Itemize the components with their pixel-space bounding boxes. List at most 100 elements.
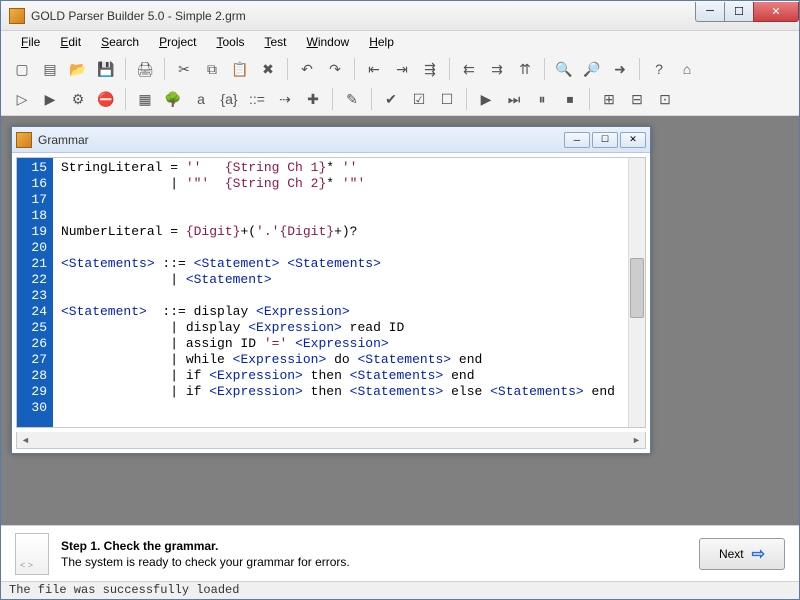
copy-button[interactable]: ⧉ bbox=[199, 56, 225, 82]
code-line[interactable]: | '"' {String Ch 2}* '"' bbox=[61, 176, 620, 192]
help-button[interactable]: ? bbox=[646, 56, 672, 82]
menu-search[interactable]: Search bbox=[93, 33, 147, 51]
menu-edit[interactable]: Edit bbox=[52, 33, 89, 51]
menu-test[interactable]: Test bbox=[256, 33, 294, 51]
next-button[interactable]: Next ⇨ bbox=[699, 538, 785, 570]
tree2-button[interactable]: ⊟ bbox=[624, 86, 650, 112]
vertical-scrollbar[interactable] bbox=[628, 158, 645, 427]
grammar-window: Grammar ─ ☐ ✕ 15161718192021222324252627… bbox=[11, 126, 651, 454]
code-line[interactable]: NumberLiteral = {Digit}+('.'{Digit}+)? bbox=[61, 224, 620, 240]
print-button[interactable]: 🖨 bbox=[132, 56, 158, 82]
uncheck-button[interactable]: ☐ bbox=[434, 86, 460, 112]
editor[interactable]: 15161718192021222324252627282930 StringL… bbox=[16, 157, 646, 428]
code-line[interactable]: | assign ID '=' <Expression> bbox=[61, 336, 620, 352]
play-button[interactable]: ▶ bbox=[473, 86, 499, 112]
paste-button[interactable]: 📋 bbox=[227, 56, 253, 82]
home-button[interactable]: ⌂ bbox=[674, 56, 700, 82]
window-controls: ─ ☐ ✕ bbox=[696, 2, 799, 22]
separator bbox=[544, 58, 545, 80]
code-line[interactable] bbox=[61, 400, 620, 416]
code-line[interactable]: | <Statement> bbox=[61, 272, 620, 288]
line-gutter: 15161718192021222324252627282930 bbox=[17, 158, 53, 427]
grammar-close-button[interactable]: ✕ bbox=[620, 132, 646, 148]
flow-button[interactable]: ⇢ bbox=[272, 86, 298, 112]
code-line[interactable]: | while <Expression> do <Statements> end bbox=[61, 352, 620, 368]
find-replace-button[interactable]: 🔎 bbox=[579, 56, 605, 82]
minimize-button[interactable]: ─ bbox=[695, 2, 725, 22]
code-line[interactable] bbox=[61, 240, 620, 256]
step-left-button[interactable]: ⇇ bbox=[456, 56, 482, 82]
check-doc-button[interactable]: ☑ bbox=[406, 86, 432, 112]
tree-button[interactable]: 🌳 bbox=[160, 86, 186, 112]
check-doc-icon: ☑ bbox=[413, 91, 426, 108]
step-up-icon: ⇈ bbox=[519, 61, 531, 78]
check-icon: ✔ bbox=[385, 91, 397, 108]
tree3-button[interactable]: ⊡ bbox=[652, 86, 678, 112]
menu-help[interactable]: Help bbox=[361, 33, 402, 51]
line-number: 24 bbox=[19, 304, 47, 320]
menu-tools[interactable]: Tools bbox=[208, 33, 252, 51]
run-button[interactable]: ▷ bbox=[9, 86, 35, 112]
code-line[interactable]: <Statements> ::= <Statement> <Statements… bbox=[61, 256, 620, 272]
code-line[interactable] bbox=[61, 208, 620, 224]
add-node-button[interactable]: ✚ bbox=[300, 86, 326, 112]
cut-button[interactable]: ✂ bbox=[171, 56, 197, 82]
find-icon: 🔍 bbox=[555, 61, 572, 78]
menu-project[interactable]: Project bbox=[151, 33, 204, 51]
copy-icon: ⧉ bbox=[207, 61, 217, 78]
text-a-button[interactable]: a bbox=[188, 86, 214, 112]
app-icon bbox=[9, 8, 25, 24]
step-up-button[interactable]: ⇈ bbox=[512, 56, 538, 82]
scroll-left-icon[interactable]: ◄ bbox=[17, 432, 34, 448]
menu-window[interactable]: Window bbox=[299, 33, 358, 51]
code-line[interactable]: <Statement> ::= display <Expression> bbox=[61, 304, 620, 320]
line-number: 25 bbox=[19, 320, 47, 336]
increase-indent-button[interactable]: ⇶ bbox=[417, 56, 443, 82]
redo-button[interactable]: ↷ bbox=[322, 56, 348, 82]
tree1-button[interactable]: ⊞ bbox=[596, 86, 622, 112]
new-button[interactable]: ▢ bbox=[9, 56, 35, 82]
compile-button[interactable]: ⚙ bbox=[65, 86, 91, 112]
stop-button[interactable]: ⛔ bbox=[93, 86, 119, 112]
delete-button[interactable]: ✖ bbox=[255, 56, 281, 82]
code-line[interactable]: | if <Expression> then <Statements> else… bbox=[61, 384, 620, 400]
maximize-button[interactable]: ☐ bbox=[724, 2, 754, 22]
find-button[interactable]: 🔍 bbox=[551, 56, 577, 82]
scroll-right-icon[interactable]: ► bbox=[628, 432, 645, 448]
table-group-button[interactable]: ▦ bbox=[132, 86, 158, 112]
code-area[interactable]: StringLiteral = '' {String Ch 1}* '' | '… bbox=[53, 158, 628, 427]
pause-button[interactable]: ⏸ bbox=[529, 86, 555, 112]
run-all-button[interactable]: ▶ bbox=[37, 86, 63, 112]
outdent-button[interactable]: ⇤ bbox=[361, 56, 387, 82]
titlebar: GOLD Parser Builder 5.0 - Simple 2.grm ─… bbox=[1, 1, 799, 31]
scroll-thumb[interactable] bbox=[630, 258, 644, 318]
braces-button[interactable]: {a} bbox=[216, 86, 242, 112]
line-number: 17 bbox=[19, 192, 47, 208]
colons-button[interactable]: ::= bbox=[244, 86, 270, 112]
stop-square-button[interactable]: ⏹ bbox=[557, 86, 583, 112]
save-button[interactable]: 💾 bbox=[93, 56, 119, 82]
edit-pencil-button[interactable]: ✎ bbox=[339, 86, 365, 112]
check-button[interactable]: ✔ bbox=[378, 86, 404, 112]
edit-pencil-icon: ✎ bbox=[346, 91, 358, 108]
code-line[interactable]: | display <Expression> read ID bbox=[61, 320, 620, 336]
indent-button[interactable]: ⇥ bbox=[389, 56, 415, 82]
step-right-button[interactable]: ⇉ bbox=[484, 56, 510, 82]
horizontal-scrollbar[interactable]: ◄ ► bbox=[16, 432, 646, 449]
new-template-button[interactable]: ▤ bbox=[37, 56, 63, 82]
code-line[interactable] bbox=[61, 288, 620, 304]
run-icon: ▷ bbox=[17, 91, 28, 108]
code-line[interactable]: | if <Expression> then <Statements> end bbox=[61, 368, 620, 384]
menu-file[interactable]: File bbox=[13, 33, 48, 51]
code-line[interactable] bbox=[61, 192, 620, 208]
grammar-maximize-button[interactable]: ☐ bbox=[592, 132, 618, 148]
grammar-minimize-button[interactable]: ─ bbox=[564, 132, 590, 148]
open-button[interactable]: 📂 bbox=[65, 56, 91, 82]
code-line[interactable]: StringLiteral = '' {String Ch 1}* '' bbox=[61, 160, 620, 176]
undo-button[interactable]: ↶ bbox=[294, 56, 320, 82]
separator bbox=[164, 58, 165, 80]
fast-forward-button[interactable]: ⏭ bbox=[501, 86, 527, 112]
table-group-icon: ▦ bbox=[138, 91, 151, 108]
close-button[interactable]: ✕ bbox=[753, 2, 799, 22]
goto-button[interactable]: ➜ bbox=[607, 56, 633, 82]
